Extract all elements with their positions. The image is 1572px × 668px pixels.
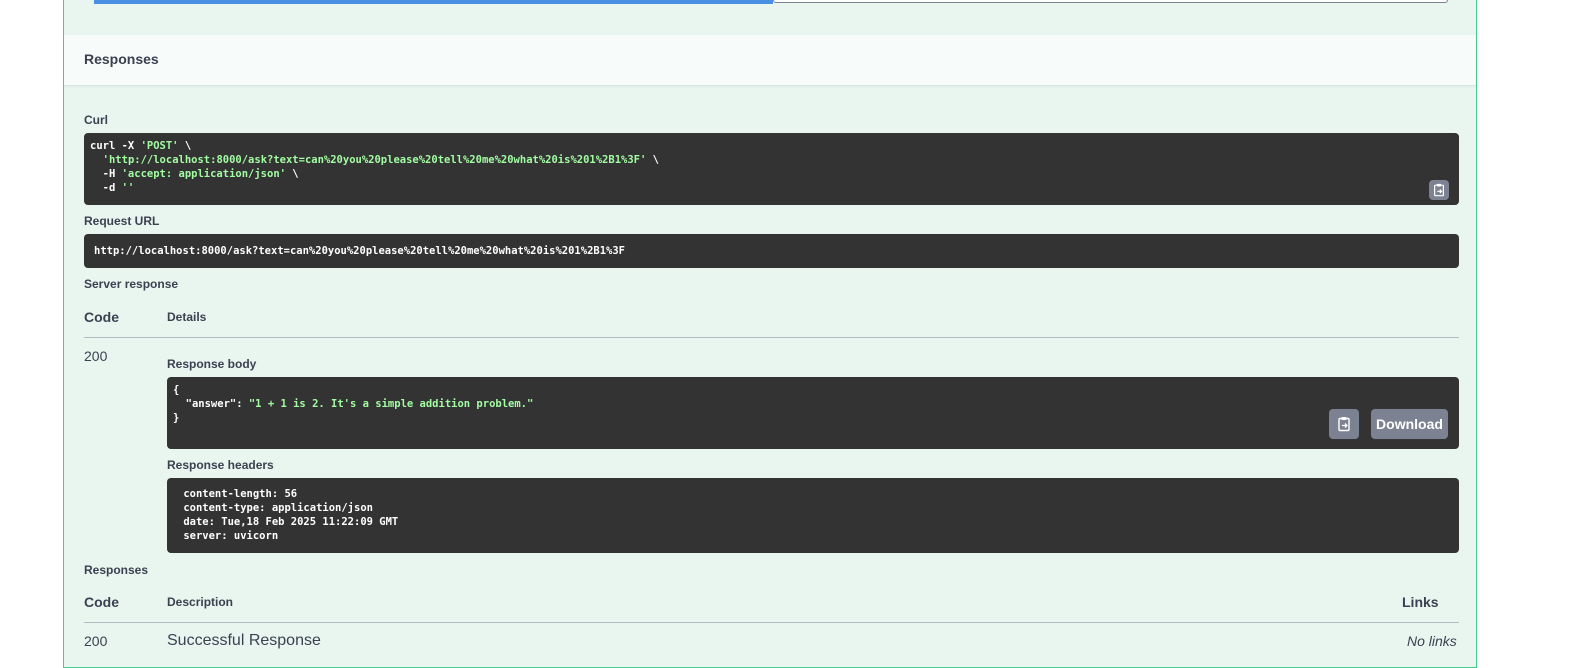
server-response-code-header: Code bbox=[84, 309, 119, 325]
json-key: "answer": bbox=[173, 398, 249, 410]
response-header-line: content-length: 56 bbox=[177, 488, 304, 500]
curl-url: 'http://localhost:8000/ask?text=can%20yo… bbox=[102, 154, 647, 166]
response-description: Successful Response bbox=[167, 632, 321, 649]
clear-button[interactable] bbox=[773, 0, 1448, 3]
curl-header-flag: -H bbox=[90, 168, 122, 180]
responses-label: Responses bbox=[84, 563, 149, 577]
curl-header-value: 'accept: application/json' bbox=[121, 168, 286, 180]
curl-data-flag: -d bbox=[90, 182, 122, 194]
responses-description-header: Description bbox=[167, 595, 234, 609]
curl-continuation: \ bbox=[646, 154, 659, 166]
responses-links-header: Links bbox=[1402, 594, 1439, 610]
curl-label: Curl bbox=[84, 113, 108, 127]
json-brace: } bbox=[173, 412, 180, 424]
response-body-block[interactable]: { "answer": "1 + 1 is 2. It's a simple a… bbox=[167, 377, 1459, 449]
response-headers-label: Response headers bbox=[167, 458, 274, 472]
request-url-block[interactable]: http://localhost:8000/ask?text=can%20you… bbox=[84, 234, 1459, 268]
download-button[interactable]: Download bbox=[1371, 409, 1448, 439]
responses-section-title: Responses bbox=[84, 51, 159, 67]
response-body-label: Response body bbox=[167, 357, 257, 371]
curl-method: 'POST' bbox=[140, 140, 179, 152]
json-brace: { bbox=[173, 384, 180, 396]
curl-continuation: \ bbox=[285, 168, 299, 180]
execute-button[interactable] bbox=[94, 0, 773, 4]
curl-copy-button[interactable] bbox=[1429, 180, 1449, 200]
curl-cmd-text: curl -X bbox=[90, 140, 141, 152]
server-response-status-code: 200 bbox=[84, 348, 108, 364]
server-response-details-header: Details bbox=[167, 310, 207, 324]
server-response-label: Server response bbox=[84, 277, 179, 291]
responses-section-header: Responses bbox=[64, 35, 1476, 86]
divider bbox=[84, 622, 1459, 623]
json-string-value: "1 + 1 is 2. It's a simple addition prob… bbox=[248, 398, 534, 410]
responses-code-header: Code bbox=[84, 594, 119, 610]
request-url-label: Request URL bbox=[84, 214, 160, 228]
curl-command-block[interactable]: curl -X 'POST' \ 'http://localhost:8000/… bbox=[84, 133, 1459, 205]
response-code: 200 bbox=[84, 633, 108, 649]
clipboard-copy-icon bbox=[1434, 183, 1444, 197]
response-links: No links bbox=[1407, 633, 1457, 649]
response-header-line: date: Tue,18 Feb 2025 11:22:09 GMT bbox=[177, 516, 405, 528]
curl-continuation: \ bbox=[178, 140, 192, 152]
operation-block: Responses Curl curl -X 'POST' \ 'http://… bbox=[63, 0, 1477, 668]
response-body-copy-button[interactable] bbox=[1329, 409, 1359, 439]
clipboard-copy-icon bbox=[1338, 417, 1350, 432]
curl-data-value: '' bbox=[121, 182, 135, 194]
response-header-line: server: uvicorn bbox=[177, 530, 285, 542]
response-header-line: content-type: application/json bbox=[177, 502, 380, 514]
response-headers-block[interactable]: content-length: 56 content-type: applica… bbox=[167, 478, 1459, 553]
execute-clear-button-group bbox=[94, 0, 1448, 4]
divider bbox=[84, 337, 1459, 338]
